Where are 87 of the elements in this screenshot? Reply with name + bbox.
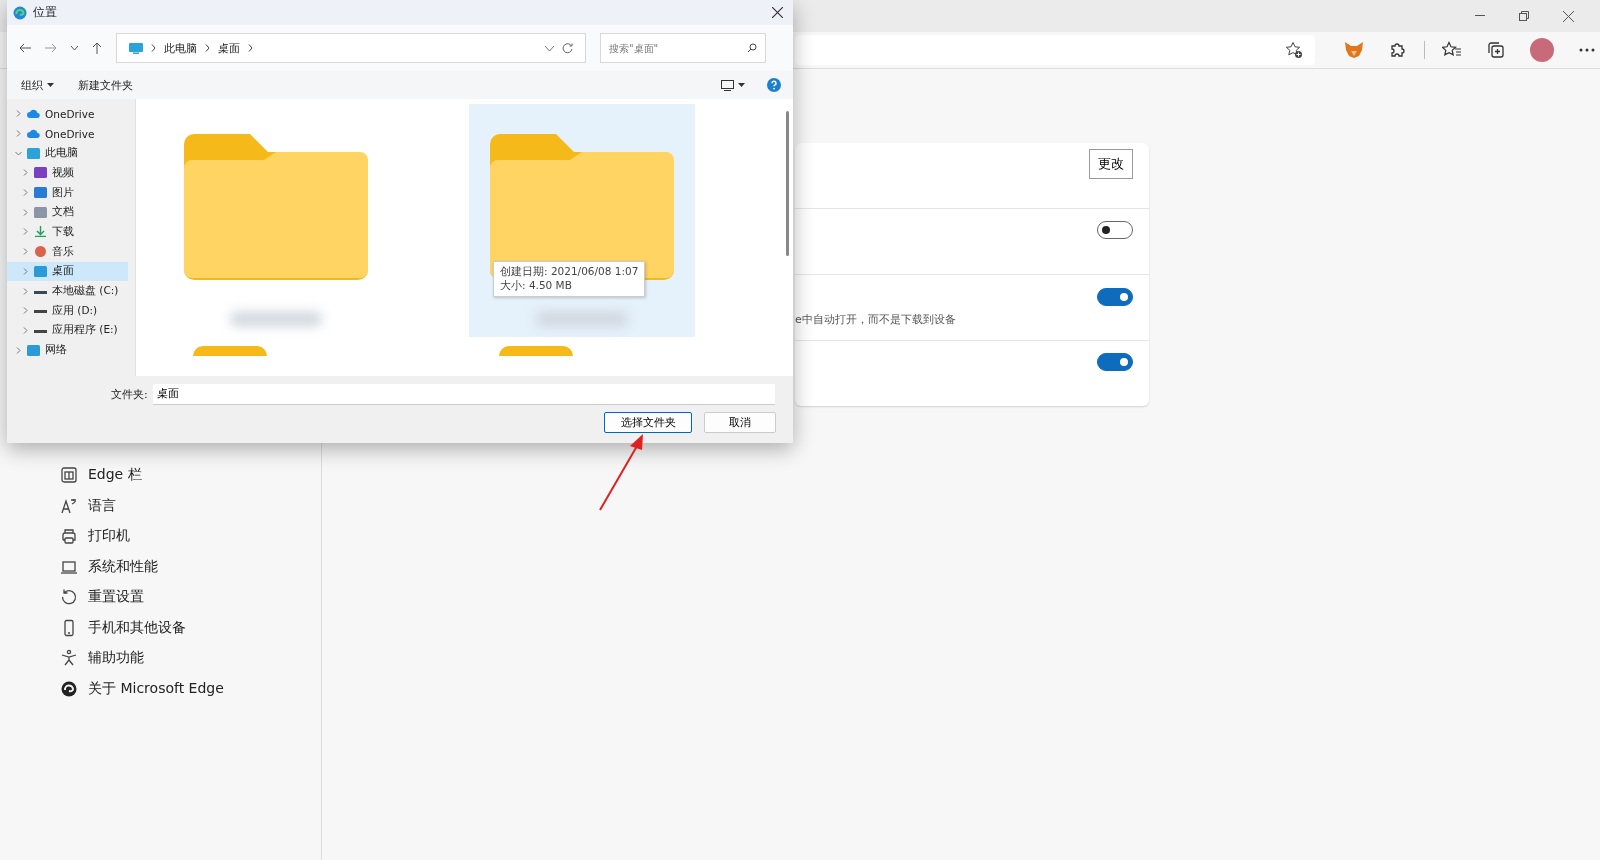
dropdown-caret-icon[interactable] bbox=[71, 46, 78, 50]
monitor-icon bbox=[129, 42, 143, 54]
settings-nav-item[interactable]: 辅助功能 bbox=[0, 643, 321, 674]
folder-name-field[interactable]: 桌面 bbox=[152, 383, 775, 405]
folder-tree-item[interactable]: 文档 bbox=[7, 202, 128, 223]
star-add-icon[interactable] bbox=[1285, 41, 1303, 59]
folder-tree-item[interactable]: 视频 bbox=[7, 163, 128, 183]
folder-tree-item[interactable]: 应用程序 (E:) bbox=[7, 320, 128, 341]
minimize-icon[interactable] bbox=[1475, 15, 1485, 17]
edge-logo-icon bbox=[13, 5, 27, 20]
favorites-icon[interactable] bbox=[1442, 41, 1462, 59]
folder-icon bbox=[193, 346, 267, 356]
toggle-switch[interactable] bbox=[1097, 287, 1133, 306]
reset-icon bbox=[60, 588, 78, 607]
avatar-circle[interactable] bbox=[1530, 38, 1554, 62]
search-field[interactable]: 搜索"桌面" bbox=[600, 33, 766, 63]
accessibility-icon bbox=[60, 649, 78, 668]
music-icon bbox=[34, 246, 47, 258]
desktop-icon bbox=[34, 265, 47, 277]
settings-nav-item[interactable]: 手机和其他设备 bbox=[0, 612, 321, 643]
download-icon bbox=[34, 226, 47, 238]
restore-icon[interactable] bbox=[1519, 11, 1529, 21]
scrollbar[interactable] bbox=[786, 111, 789, 256]
printer-icon bbox=[60, 527, 78, 546]
folder-tree-item[interactable]: 本地磁盘 (C:) bbox=[7, 281, 128, 301]
network-icon bbox=[27, 344, 40, 356]
breadcrumb-item[interactable]: 此电脑 bbox=[164, 40, 197, 56]
breadcrumb-item[interactable]: 桌面 bbox=[218, 40, 240, 56]
folder-tree-item[interactable]: 应用 (D:) bbox=[7, 300, 128, 321]
pictures-icon bbox=[34, 187, 47, 199]
folder-tree-item[interactable]: OneDrive bbox=[7, 123, 128, 144]
change-button[interactable]: 更改 bbox=[1089, 148, 1133, 179]
docs-icon bbox=[34, 206, 47, 218]
bar-icon bbox=[60, 466, 78, 485]
settings-nav-item[interactable]: 语言 bbox=[0, 490, 321, 521]
cloud-icon bbox=[27, 108, 40, 120]
path-bar[interactable]: 此电脑 桌面 bbox=[116, 33, 586, 63]
field-label: 文件夹: bbox=[111, 386, 148, 402]
back-arrow-icon[interactable] bbox=[19, 43, 31, 53]
language-icon bbox=[60, 496, 78, 515]
dialog-title: 位置 bbox=[33, 4, 57, 21]
folder-tree-item[interactable]: OneDrive bbox=[7, 104, 128, 124]
puzzle-icon[interactable] bbox=[1389, 41, 1407, 59]
settings-nav-item[interactable]: Edge 栏 bbox=[0, 460, 321, 491]
folder-icon bbox=[184, 134, 368, 280]
edge-icon bbox=[60, 679, 78, 698]
chevron-icon[interactable] bbox=[205, 44, 210, 52]
settings-nav-item[interactable]: 打印机 bbox=[0, 521, 321, 552]
video-icon bbox=[34, 167, 47, 179]
help-icon[interactable] bbox=[767, 78, 781, 92]
tooltip-text: 大小: 4.50 MB bbox=[500, 279, 573, 293]
folder-tree-item[interactable]: 下载 bbox=[7, 222, 128, 242]
collections-icon[interactable] bbox=[1487, 41, 1505, 59]
chevron-icon[interactable] bbox=[248, 44, 253, 52]
folder-icon bbox=[490, 134, 674, 280]
more-icon[interactable] bbox=[1579, 48, 1595, 52]
setting-description: e中自动打开，而不是下载到设备 bbox=[795, 312, 956, 327]
new-folder-button[interactable]: 新建文件夹 bbox=[78, 77, 133, 93]
dropdown-caret-icon[interactable] bbox=[738, 83, 745, 87]
up-arrow-icon[interactable] bbox=[92, 42, 102, 54]
select-folder-button[interactable]: 选择文件夹 bbox=[604, 412, 692, 433]
close-icon[interactable] bbox=[772, 7, 783, 18]
folder-icon bbox=[499, 346, 573, 356]
settings-nav-item[interactable]: 系统和性能 bbox=[0, 551, 321, 582]
settings-nav-item[interactable]: 关于 Microsoft Edge bbox=[0, 673, 321, 704]
cloud-icon bbox=[27, 128, 40, 140]
pc-icon bbox=[27, 147, 40, 159]
tooltip-text: 创建日期: 2021/06/08 1:07 bbox=[500, 265, 639, 279]
folder-tree-item[interactable]: 桌面 bbox=[7, 261, 128, 282]
organize-menu[interactable]: 组织 bbox=[21, 77, 43, 93]
forward-arrow-icon[interactable] bbox=[45, 43, 57, 53]
refresh-icon[interactable] bbox=[562, 42, 573, 54]
cancel-button[interactable]: 取消 bbox=[704, 412, 776, 433]
toggle-switch[interactable] bbox=[1097, 220, 1133, 239]
folder-tree-item[interactable]: 此电脑 bbox=[7, 143, 128, 164]
chevron-icon[interactable] bbox=[151, 44, 156, 52]
fox-icon[interactable] bbox=[1344, 41, 1364, 59]
folder-tree-item[interactable]: 网络 bbox=[7, 340, 128, 360]
folder-tree-item[interactable]: 音乐 bbox=[7, 241, 128, 262]
folder-tree-item[interactable]: 图片 bbox=[7, 182, 128, 203]
toggle-switch[interactable] bbox=[1097, 352, 1133, 371]
search-icon bbox=[747, 43, 757, 53]
close-icon[interactable] bbox=[1563, 10, 1574, 22]
folder-tile[interactable]: 创建日期: 2021/06/08 1:07 大小: 4.50 MB bbox=[469, 104, 695, 337]
dropdown-caret-icon[interactable] bbox=[47, 83, 54, 87]
settings-nav-item[interactable]: 重置设置 bbox=[0, 582, 321, 613]
view-icon[interactable] bbox=[721, 79, 734, 91]
